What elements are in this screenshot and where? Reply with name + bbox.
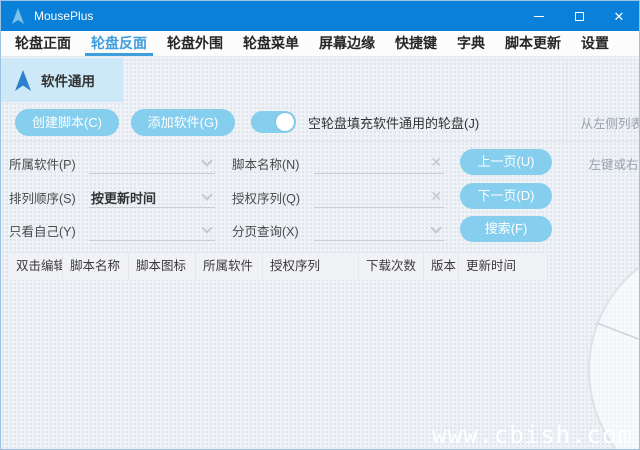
prev-page-button[interactable]: 上一页(U)	[460, 149, 552, 175]
close-icon: ✕	[614, 10, 625, 23]
toolbar-divider	[1, 141, 639, 142]
tab-wheel-menu[interactable]: 轮盘菜单	[236, 31, 306, 56]
hint-left-or-right-click: 左键或右键	[588, 154, 639, 173]
sort-order-label: 排列顺序(S)	[9, 188, 76, 207]
tab-wheel-front[interactable]: 轮盘正面	[8, 31, 78, 56]
license-serial-label: 授权序列(Q)	[232, 188, 300, 207]
tab-dictionary[interactable]: 字典	[450, 31, 492, 56]
owner-software-select[interactable]	[89, 148, 215, 174]
title-bar: MousePlus ✕	[1, 1, 639, 31]
page-query-select[interactable]	[314, 215, 444, 241]
main-tab-bar: 轮盘正面 轮盘反面 轮盘外围 轮盘菜单 屏幕边缘 快捷键 字典 脚本更新 设置	[1, 31, 639, 57]
chevron-down-icon	[201, 155, 212, 166]
clear-icon[interactable]: ✕	[430, 155, 442, 169]
window-title: MousePlus	[34, 9, 93, 23]
window-controls: ✕	[519, 1, 639, 31]
minimize-icon	[534, 16, 544, 17]
col-script-name: 脚本名称	[63, 253, 129, 280]
cursor-arrow-icon	[13, 69, 33, 92]
tab-hotkeys[interactable]: 快捷键	[388, 31, 444, 56]
form-row-3: 只看自己(Y) 分页查询(X) 搜索(F)	[1, 215, 639, 243]
next-page-button[interactable]: 下一页(D)	[460, 183, 552, 209]
minimize-button[interactable]	[519, 1, 559, 31]
script-name-input[interactable]: ✕	[314, 148, 444, 174]
content-area: 软件通用 创建脚本(C) 添加软件(G) 空轮盘填充软件通用的轮盘(J) 从左侧…	[1, 58, 639, 449]
subtab-software-general[interactable]: 软件通用	[1, 58, 123, 102]
app-window: MousePlus ✕ 轮盘正面 轮盘反面 轮盘外围 轮盘菜单 屏幕边缘 快捷键…	[0, 0, 640, 450]
tab-wheel-outer[interactable]: 轮盘外围	[160, 31, 230, 56]
hint-from-left-list: 从左侧列表	[580, 113, 639, 132]
subtab-label: 软件通用	[41, 70, 95, 90]
script-name-label: 脚本名称(N)	[232, 154, 299, 173]
only-mine-label: 只看自己(Y)	[9, 221, 76, 240]
chevron-down-icon	[201, 189, 212, 200]
wheel-preview-circle	[554, 208, 639, 449]
script-table-header: 双击编辑 脚本名称 脚本图标 所属软件 授权序列 下载次数 版本 更新时间	[9, 252, 548, 280]
col-version: 版本	[424, 253, 459, 280]
app-logo-icon	[10, 7, 26, 25]
owner-software-label: 所属软件(P)	[9, 154, 76, 173]
tab-settings[interactable]: 设置	[574, 31, 616, 56]
license-serial-input[interactable]: ✕	[314, 182, 444, 208]
fill-empty-wheel-toggle[interactable]	[251, 111, 296, 133]
maximize-icon	[575, 12, 584, 21]
toggle-knob	[276, 113, 294, 131]
watermark: www.cbish.com	[432, 421, 633, 449]
form-row-1: 所属软件(P) 脚本名称(N) ✕ 上一页(U)	[1, 148, 639, 176]
col-owner-software: 所属软件	[196, 253, 263, 280]
col-double-click-edit: 双击编辑	[9, 253, 63, 280]
clear-icon[interactable]: ✕	[430, 189, 442, 203]
search-button[interactable]: 搜索(F)	[460, 216, 552, 242]
sort-order-select[interactable]: 按更新时间	[89, 182, 215, 208]
maximize-button[interactable]	[559, 1, 599, 31]
form-row-2: 排列顺序(S) 按更新时间 授权序列(Q) ✕ 下一页(D)	[1, 182, 639, 210]
col-update-time: 更新时间	[459, 253, 548, 280]
chevron-down-icon	[201, 222, 212, 233]
close-button[interactable]: ✕	[599, 1, 639, 31]
add-software-button[interactable]: 添加软件(G)	[131, 109, 235, 136]
only-mine-select[interactable]	[89, 215, 215, 241]
create-script-button[interactable]: 创建脚本(C)	[15, 109, 119, 136]
panel-divider-vertical	[566, 58, 567, 141]
page-query-label: 分页查询(X)	[232, 221, 299, 240]
col-script-icon: 脚本图标	[129, 253, 196, 280]
col-download-count: 下载次数	[359, 253, 424, 280]
chevron-down-icon	[430, 222, 441, 233]
tab-script-update[interactable]: 脚本更新	[498, 31, 568, 56]
toggle-label: 空轮盘填充软件通用的轮盘(J)	[308, 113, 479, 132]
tab-wheel-back[interactable]: 轮盘反面	[84, 31, 154, 56]
col-license-serial: 授权序列	[263, 253, 359, 280]
tab-screen-edge[interactable]: 屏幕边缘	[312, 31, 382, 56]
